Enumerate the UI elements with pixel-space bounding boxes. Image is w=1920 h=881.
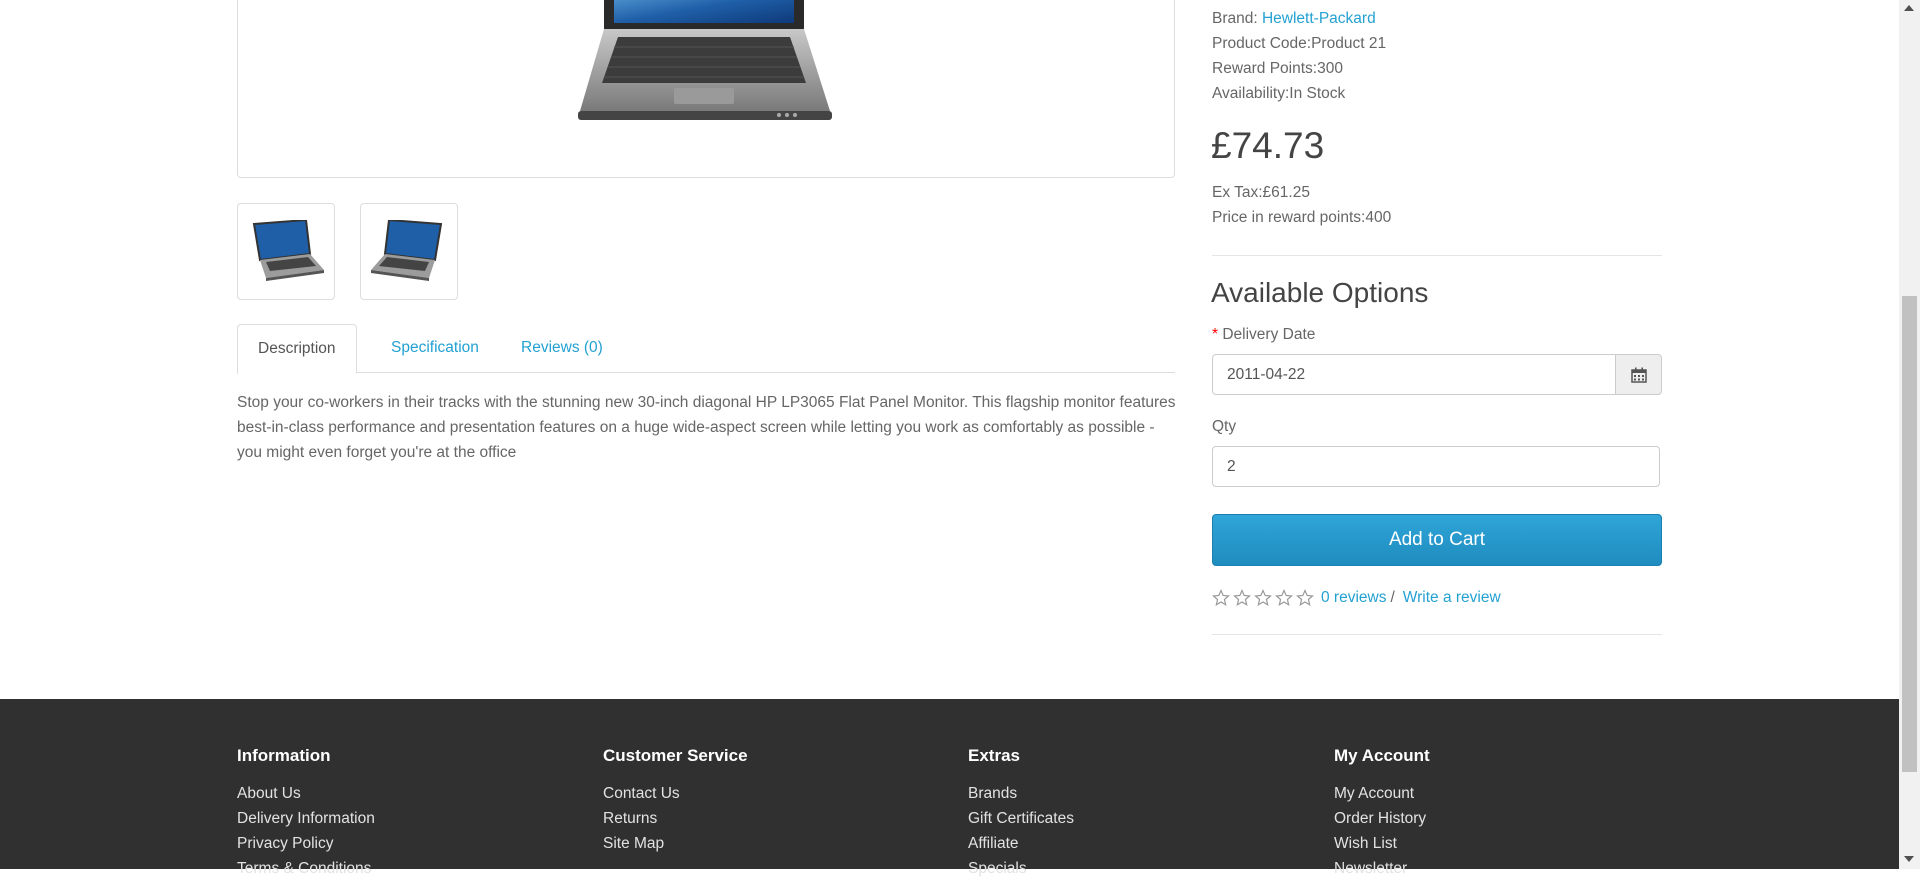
qty-label: Qty [1212,418,1237,435]
footer-link[interactable]: Contact Us [603,785,680,802]
delivery-date-input[interactable] [1212,354,1616,395]
footer-link[interactable]: Delivery Information [237,810,375,827]
tab-reviews[interactable]: Reviews (0) [501,324,623,372]
product-thumbnail[interactable] [360,203,458,300]
footer-link[interactable]: Privacy Policy [237,835,333,852]
footer-link[interactable]: Wish List [1334,835,1397,852]
star-outline-icon [1233,589,1251,606]
delivery-date-label-text: Delivery Date [1222,326,1316,343]
scrollbar-thumb[interactable] [1902,296,1917,772]
star-outline-icon [1254,589,1272,606]
site-footer: Information About Us Delivery Informatio… [0,699,1899,877]
footer-link[interactable]: Brands [968,785,1017,802]
main-product-image[interactable] [237,0,1175,178]
ex-tax-label: Ex Tax: [1212,184,1263,201]
product-code-row: Product Code:Product 21 [1212,31,1386,56]
product-description: Stop your co-workers in their tracks wit… [237,394,1176,461]
delivery-date-label: * Delivery Date [1212,326,1315,344]
scroll-down-arrow-icon[interactable] [1904,856,1914,862]
star-outline-icon [1212,589,1230,606]
product-tabs: Description Specification Reviews (0) [237,324,1175,374]
reward-points-label: Reward Points: [1212,60,1318,77]
tab-specification[interactable]: Specification [371,324,499,372]
rating-row: 0 reviews / Write a review [1212,587,1501,609]
ex-tax-value: £61.25 [1262,184,1310,201]
product-price: £74.73 [1211,125,1325,166]
laptop-thumbnail-image [252,220,324,281]
divider [1212,634,1662,635]
star-outline-icon [1296,589,1314,606]
footer-link[interactable]: Affiliate [968,835,1019,852]
divider [1212,255,1662,256]
footer-column-title: Customer Service [603,746,748,765]
brand-link[interactable]: Hewlett-Packard [1262,10,1376,27]
options-title: Available Options [1211,277,1429,308]
laptop-image [578,0,832,120]
price-points-label: Price in reward points: [1212,209,1366,226]
reward-points-row: Reward Points:300 [1212,56,1386,81]
ex-tax-row: Ex Tax:£61.25 [1212,180,1391,205]
qty-input[interactable] [1212,446,1660,487]
page-scrollbar[interactable] [1899,0,1920,869]
star-outline-icon [1275,589,1293,606]
footer-column-extras: Extras Brands Gift Certificates Affiliat… [968,747,1074,881]
product-info-list: Brand: Hewlett-Packard Product Code:Prod… [1212,6,1386,106]
required-mark: * [1212,326,1219,343]
product-code-label: Product Code: [1212,35,1312,52]
write-review-link[interactable]: Write a review [1403,589,1501,607]
tab-description[interactable]: Description [237,324,357,374]
footer-column-customer-service: Customer Service Contact Us Returns Site… [603,747,748,856]
availability-row: Availability:In Stock [1212,81,1386,106]
price-points-row: Price in reward points:400 [1212,205,1391,230]
footer-column-information: Information About Us Delivery Informatio… [237,747,375,881]
add-to-cart-button[interactable]: Add to Cart [1212,514,1662,566]
tax-info: Ex Tax:£61.25 Price in reward points:400 [1212,180,1391,230]
calendar-icon [1630,367,1647,383]
availability-value: In Stock [1289,85,1346,102]
footer-column-title: Information [237,746,331,765]
footer-column-title: My Account [1334,746,1430,765]
footer-link[interactable]: My Account [1334,785,1414,802]
footer-column-title: Extras [968,746,1020,765]
rating-separator: / [1390,589,1395,606]
laptop-thumbnail-image [371,220,443,281]
footer-column-my-account: My Account My Account Order History Wish… [1334,747,1430,881]
reviews-link[interactable]: 0 reviews [1321,589,1386,607]
availability-label: Availability: [1212,85,1290,102]
footer-link[interactable]: About Us [237,785,301,802]
footer-link[interactable]: Order History [1334,810,1426,827]
footer-link[interactable]: Gift Certificates [968,810,1074,827]
product-page: Description Specification Reviews (0) St… [0,0,1899,877]
brand-row: Brand: Hewlett-Packard [1212,6,1386,31]
calendar-button[interactable] [1615,354,1662,395]
footer-link[interactable]: Returns [603,810,657,827]
reward-points-value: 300 [1317,60,1343,77]
product-code-value: Product 21 [1311,35,1387,52]
price-points-value: 400 [1365,209,1392,226]
scroll-up-arrow-icon[interactable] [1904,5,1914,11]
brand-label: Brand: [1212,10,1258,27]
product-thumbnail[interactable] [237,203,335,300]
footer-link[interactable]: Site Map [603,835,664,852]
